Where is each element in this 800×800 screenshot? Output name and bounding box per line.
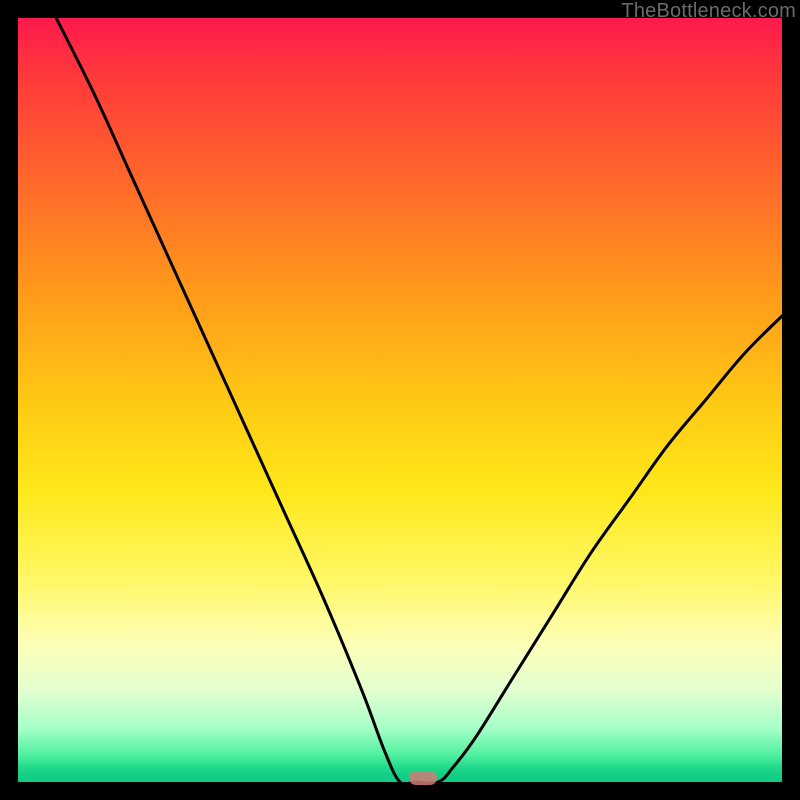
bottleneck-curve <box>18 18 782 782</box>
chart-frame: TheBottleneck.com <box>0 0 800 800</box>
watermark-text: TheBottleneck.com <box>621 0 796 23</box>
minimum-marker <box>409 771 437 785</box>
curve-path <box>56 18 782 782</box>
plot-area <box>18 18 782 782</box>
